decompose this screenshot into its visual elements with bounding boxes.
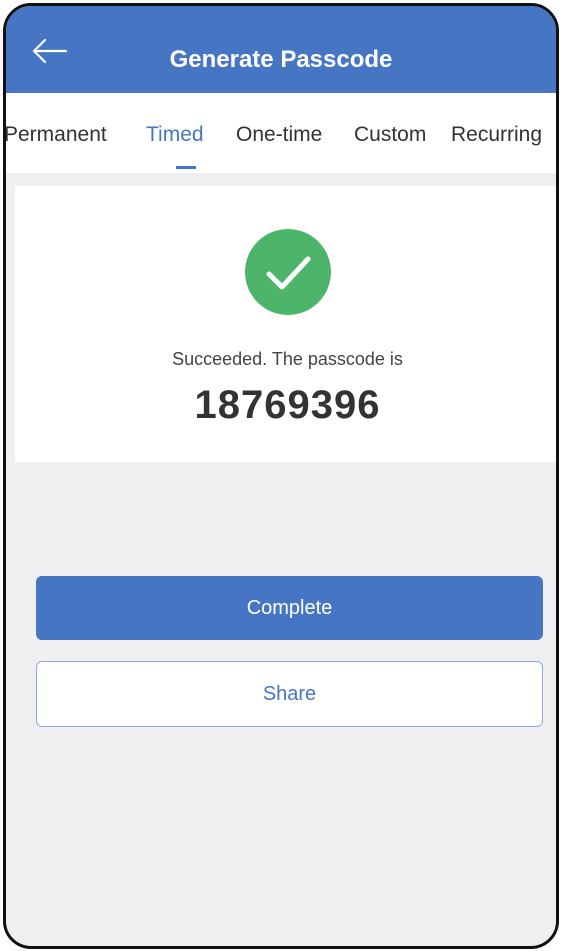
passcode-value: 18769396 bbox=[194, 383, 381, 427]
complete-button[interactable]: Complete bbox=[36, 576, 543, 640]
page-title: Generate Passcode bbox=[169, 46, 393, 73]
check-circle-icon bbox=[245, 229, 331, 315]
tab-timed[interactable]: Timed bbox=[146, 123, 204, 147]
active-tab-indicator bbox=[176, 166, 196, 169]
share-button[interactable]: Share bbox=[36, 661, 543, 727]
success-message: Succeeded. The passcode is bbox=[172, 349, 403, 369]
tab-permanent[interactable]: Permanent bbox=[6, 123, 107, 147]
tab-custom[interactable]: Custom bbox=[354, 123, 426, 147]
result-card: Succeeded. The passcode is 18769396 bbox=[15, 186, 556, 462]
passcode-type-tabs: Permanent Timed One-time Custom Recurrin… bbox=[6, 93, 556, 173]
tab-recurring[interactable]: Recurring bbox=[451, 123, 542, 147]
tab-one-time[interactable]: One-time bbox=[236, 123, 322, 147]
phone-screen: Generate Passcode Permanent Timed One-ti… bbox=[3, 3, 559, 949]
app-header: Generate Passcode bbox=[6, 6, 556, 93]
